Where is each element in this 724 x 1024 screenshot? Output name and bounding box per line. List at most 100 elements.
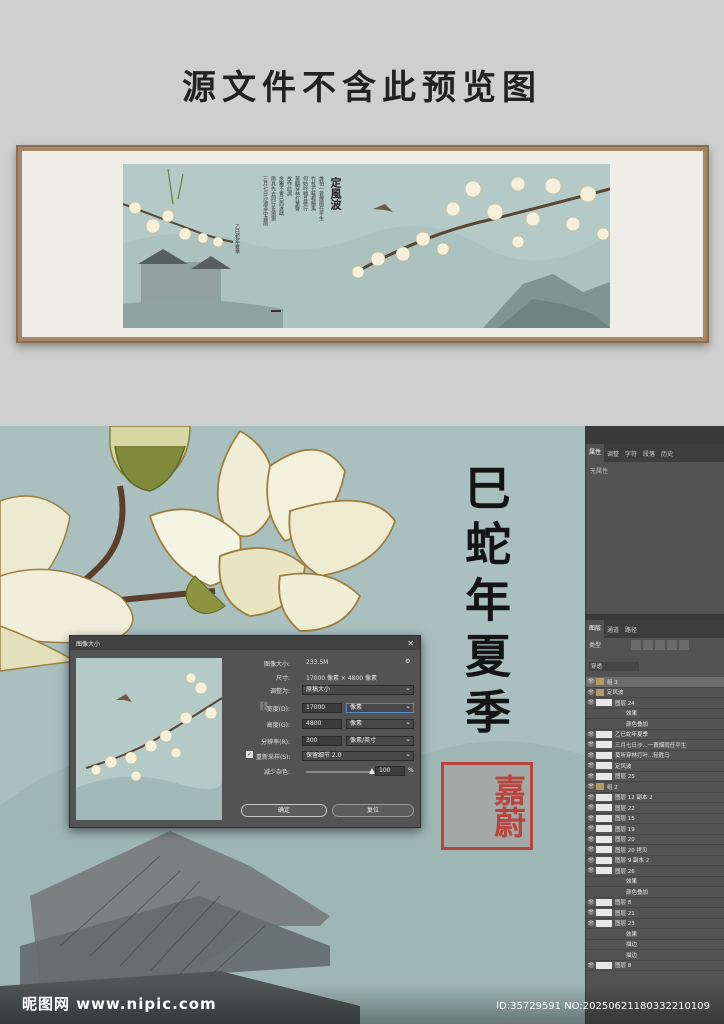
layer-row[interactable]: 👁 图层 23 (586, 919, 724, 929)
eye-icon[interactable]: 👁 (586, 794, 596, 801)
filter-adjust-icon[interactable] (643, 639, 653, 650)
layer-row[interactable]: 描边 (586, 940, 724, 950)
layer-name: 图层 9 副本 2 (615, 858, 650, 865)
layer-row[interactable]: 👁 乙巳蛇年夏季 (586, 730, 724, 740)
tab-history[interactable]: 历史 (658, 449, 676, 458)
layer-name: 描边 (626, 942, 638, 949)
layer-row[interactable]: 👁 图层 19 (586, 824, 724, 835)
layer-row[interactable]: 颜色叠加 (586, 719, 724, 730)
layer-row[interactable]: 👁 图层 20 (586, 835, 724, 845)
resample-select[interactable]: 保留细节 2.0 (302, 750, 414, 761)
layer-row[interactable]: 效果 (586, 929, 724, 940)
tab-layers[interactable]: 图层 (586, 620, 605, 638)
layer-row[interactable]: 👁 图层 22 (586, 803, 724, 814)
eye-icon[interactable]: 👁 (586, 825, 596, 832)
eye-icon[interactable]: 👁 (586, 920, 596, 927)
layer-kind-filter[interactable]: 类型 (589, 640, 629, 649)
image-size-label: 图像大小: (263, 661, 290, 668)
tab-paragraph[interactable]: 段落 (640, 449, 658, 458)
eye-icon[interactable]: 👁 (586, 836, 596, 843)
eye-icon[interactable]: 👁 (586, 783, 596, 790)
eye-icon[interactable]: 👁 (586, 762, 596, 769)
layer-name: 图层 15 (615, 816, 635, 823)
filter-shape-icon[interactable] (667, 639, 677, 650)
filter-pixel-icon[interactable] (631, 639, 641, 650)
eye-icon[interactable]: 👁 (586, 962, 596, 969)
tab-properties[interactable]: 属性 (586, 444, 605, 462)
poem-column: 莫聽穿林打葉聲 (294, 176, 300, 211)
no-properties-text: 无属性 (590, 468, 609, 475)
eye-icon[interactable]: 👁 (586, 846, 596, 853)
resample-checkbox[interactable]: ✓ (246, 751, 253, 758)
layer-row[interactable]: 👁 莫听穿林打叶...轻胜马 (586, 751, 724, 761)
dialog-title: 图像大小 (76, 640, 101, 648)
layer-row[interactable]: 👁 图层 21 (586, 908, 724, 919)
resolution-unit-select[interactable]: 像素/英寸 (346, 735, 414, 746)
height-unit-select[interactable]: 像素 (346, 718, 414, 729)
eye-icon[interactable]: 👁 (586, 773, 596, 780)
eye-icon[interactable]: 👁 (586, 731, 596, 738)
gear-icon[interactable]: ⚙ (405, 658, 410, 665)
image-size-dialog: 图像大小 ✕ 图像大小: 233.5M ⚙ 尺寸: 17000 像素 × 480… (69, 635, 421, 828)
layer-row[interactable]: 👁 图层 25 (586, 772, 724, 782)
noise-input[interactable]: 100 (375, 766, 405, 776)
tab-channels[interactable]: 通道 (604, 625, 622, 634)
noise-slider-track[interactable] (306, 768, 375, 774)
eye-icon[interactable]: 👁 (586, 857, 596, 864)
fit-select[interactable]: 原稿大小 (302, 684, 414, 695)
height-input[interactable]: 4800 (302, 719, 342, 729)
folder-icon (596, 688, 604, 696)
eye-icon[interactable]: 👁 (586, 752, 596, 759)
layer-thumbnail (596, 825, 612, 833)
layer-row[interactable]: 👁 图层 15 (586, 814, 724, 824)
layer-thumbnail (596, 835, 612, 843)
tab-adjustments[interactable]: 调整 (604, 449, 622, 458)
eye-icon[interactable]: 👁 (586, 804, 596, 811)
eye-icon[interactable]: 👁 (586, 909, 596, 916)
ok-button[interactable]: 确定 (241, 804, 327, 817)
layer-row[interactable]: 👁 组 2 (586, 782, 724, 793)
layer-thumbnail (596, 846, 612, 854)
layer-row[interactable]: 👁 图层 26 (586, 866, 724, 877)
layer-row[interactable]: 👁 图层 8 (586, 898, 724, 908)
layer-row[interactable]: 👁 图层 20 拷贝 (586, 845, 724, 856)
resolution-input[interactable]: 300 (302, 736, 342, 746)
layer-row[interactable]: 👁 图层 24 (586, 698, 724, 709)
eye-icon[interactable]: 👁 (586, 741, 596, 748)
poem-column: 雨具先去同行皆狼狽 (270, 176, 276, 221)
eye-icon[interactable]: 👁 (586, 867, 596, 874)
layer-row[interactable]: 👁 三月七日沙...一蓑烟雨任平生 (586, 740, 724, 751)
tab-paths[interactable]: 路径 (622, 625, 640, 634)
poem-column: 三月七日沙湖道中遇雨 (262, 176, 268, 226)
layer-name: 定风波 (607, 690, 624, 697)
poem-title: 定風波 (329, 177, 342, 210)
filter-text-icon[interactable] (655, 639, 665, 650)
layer-row[interactable]: 👁 图层 12 副本 2 (586, 793, 724, 803)
filter-smart-icon[interactable] (679, 639, 689, 650)
width-input[interactable]: 17000 (302, 703, 342, 713)
noise-label: 减少杂色: (263, 769, 290, 776)
eye-icon[interactable]: 👁 (586, 689, 596, 696)
close-icon[interactable]: ✕ (407, 639, 414, 648)
layer-row[interactable]: 效果 (586, 709, 724, 719)
eye-icon[interactable]: 👁 (586, 815, 596, 822)
watermark-id: ID:35729591 NO:20250621180332210109 (496, 1001, 710, 1012)
layer-row[interactable]: 效果 (586, 877, 724, 887)
layer-row[interactable]: 👁 定风波 (586, 761, 724, 772)
dialog-preview[interactable] (76, 658, 223, 820)
dimensions-row: 尺寸: (230, 673, 290, 683)
layer-row[interactable]: 👁 图层 8 (586, 961, 724, 971)
layer-row[interactable]: 👁 组 3 (586, 677, 724, 688)
layer-row[interactable]: 👁 图层 9 副本 2 (586, 856, 724, 866)
width-unit-select[interactable]: 像素 (346, 702, 414, 713)
layer-row[interactable]: 颜色叠加 (586, 887, 724, 898)
tab-character[interactable]: 字符 (622, 449, 640, 458)
layer-row[interactable]: 描边 (586, 950, 724, 961)
layer-name: 图层 8 (615, 900, 632, 907)
eye-icon[interactable]: 👁 (586, 699, 596, 706)
eye-icon[interactable]: 👁 (586, 678, 596, 685)
layer-row[interactable]: 👁 定风波 (586, 688, 724, 698)
eye-icon[interactable]: 👁 (586, 899, 596, 906)
blend-mode-select[interactable]: 穿透 (589, 662, 639, 671)
reset-button[interactable]: 复位 (332, 804, 414, 817)
